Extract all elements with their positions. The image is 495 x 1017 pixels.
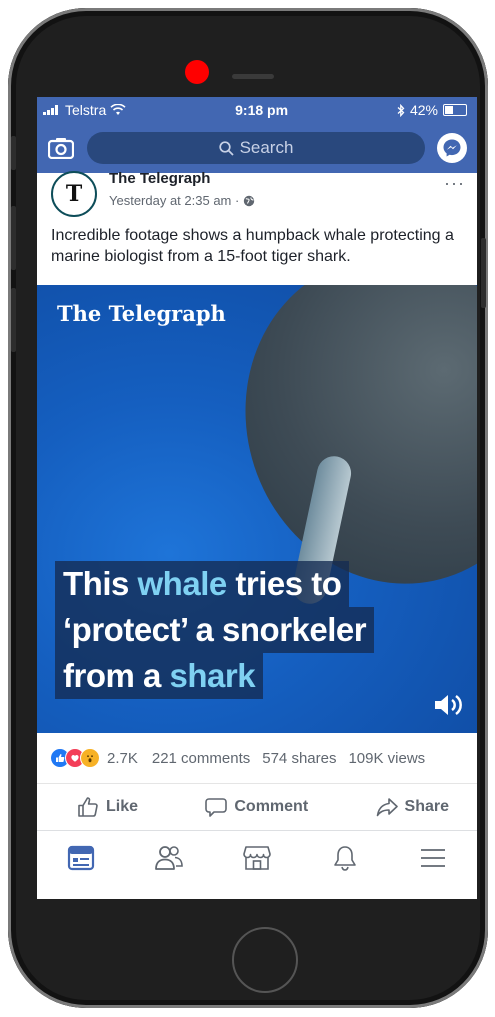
wifi-icon xyxy=(110,104,126,115)
search-icon xyxy=(218,140,234,156)
recording-indicator xyxy=(185,60,209,84)
messenger-button[interactable] xyxy=(437,133,467,163)
caption-text: ‘protect’ a snorkeler xyxy=(63,611,367,648)
caption-highlight: shark xyxy=(169,657,256,694)
search-placeholder: Search xyxy=(239,138,294,157)
tab-notifications[interactable] xyxy=(323,838,367,878)
volume-down-button xyxy=(11,288,16,352)
views-count: 109K views xyxy=(348,749,426,767)
top-nav-bar: Search xyxy=(37,123,477,173)
post-actions: Like Comment Share xyxy=(37,784,477,831)
avatar-letter: T xyxy=(65,181,83,207)
signal-icon xyxy=(43,105,61,115)
tab-menu[interactable] xyxy=(411,838,455,878)
share-arrow-icon xyxy=(376,798,398,817)
comment-label: Comment xyxy=(234,798,309,815)
thumbs-up-icon xyxy=(78,797,98,817)
wow-reaction-icon xyxy=(80,748,100,768)
status-bar: Telstra 9:18 pm 42% xyxy=(37,97,477,123)
battery-icon xyxy=(443,104,467,116)
mute-switch xyxy=(11,136,16,170)
clock: 9:18 pm xyxy=(235,102,289,118)
app-screen: Telstra 9:18 pm 42% Search T The Telegra… xyxy=(37,97,477,899)
page-avatar[interactable]: T xyxy=(51,171,97,217)
bluetooth-icon xyxy=(397,103,405,117)
share-button[interactable]: Share xyxy=(376,796,449,818)
caption-line-3: from a shark xyxy=(55,653,264,699)
like-label: Like xyxy=(106,798,139,815)
globe-icon xyxy=(244,195,255,206)
tab-marketplace[interactable] xyxy=(235,838,279,878)
caption-line-2: ‘protect’ a snorkeler xyxy=(55,607,375,653)
timestamp-text: Yesterday at 2:35 am · xyxy=(109,193,240,208)
post-header: T The Telegraph Yesterday at 2:35 am · ·… xyxy=(37,170,477,217)
video-player[interactable]: The Telegraph This whale tries to ‘prote… xyxy=(37,285,477,733)
caption-text: from a xyxy=(63,657,170,694)
video-brand-watermark: The Telegraph xyxy=(57,301,226,326)
reaction-count[interactable]: 2.7K xyxy=(107,750,138,767)
tab-friends[interactable] xyxy=(147,838,191,878)
more-options-button[interactable]: ··· xyxy=(444,173,465,194)
page-name-link[interactable]: The Telegraph xyxy=(109,170,210,187)
friends-icon xyxy=(155,846,183,870)
bottom-tab-bar xyxy=(37,831,477,885)
tab-news-feed[interactable] xyxy=(59,838,103,878)
like-button[interactable]: Like xyxy=(77,796,138,818)
marketplace-icon xyxy=(243,846,271,870)
earpiece-speaker xyxy=(232,74,274,79)
caption-text: tries to xyxy=(226,565,342,602)
messenger-icon xyxy=(443,139,461,157)
volume-icon[interactable] xyxy=(433,691,463,719)
notifications-icon xyxy=(334,846,356,871)
comment-button[interactable]: Comment xyxy=(205,796,308,818)
share-label: Share xyxy=(404,798,449,815)
menu-icon xyxy=(421,849,445,867)
volume-up-button xyxy=(11,206,16,270)
reaction-icons[interactable] xyxy=(50,748,100,768)
home-button[interactable] xyxy=(232,927,298,993)
engagement-summary: 2.7K 221 comments 574 shares 109K views xyxy=(37,733,477,784)
battery-percent: 42% xyxy=(409,102,438,118)
comments-count[interactable]: 221 comments xyxy=(152,750,250,767)
caption-text: This xyxy=(63,565,138,602)
power-button xyxy=(481,238,486,308)
camera-button[interactable] xyxy=(47,136,75,160)
news-feed-icon xyxy=(67,845,95,871)
caption-line-1: This whale tries to xyxy=(55,561,350,607)
post-timestamp[interactable]: Yesterday at 2:35 am · xyxy=(109,193,255,208)
caption-highlight: whale xyxy=(137,565,228,602)
search-input[interactable]: Search xyxy=(87,132,425,164)
shares-count[interactable]: 574 shares xyxy=(262,750,336,767)
camera-icon xyxy=(48,138,74,159)
post-message: Incredible footage shows a humpback whal… xyxy=(51,227,454,265)
comment-icon xyxy=(205,798,228,817)
carrier-label: Telstra xyxy=(65,102,107,118)
video-caption: This whale tries to ‘protect’ a snorkele… xyxy=(55,561,375,699)
